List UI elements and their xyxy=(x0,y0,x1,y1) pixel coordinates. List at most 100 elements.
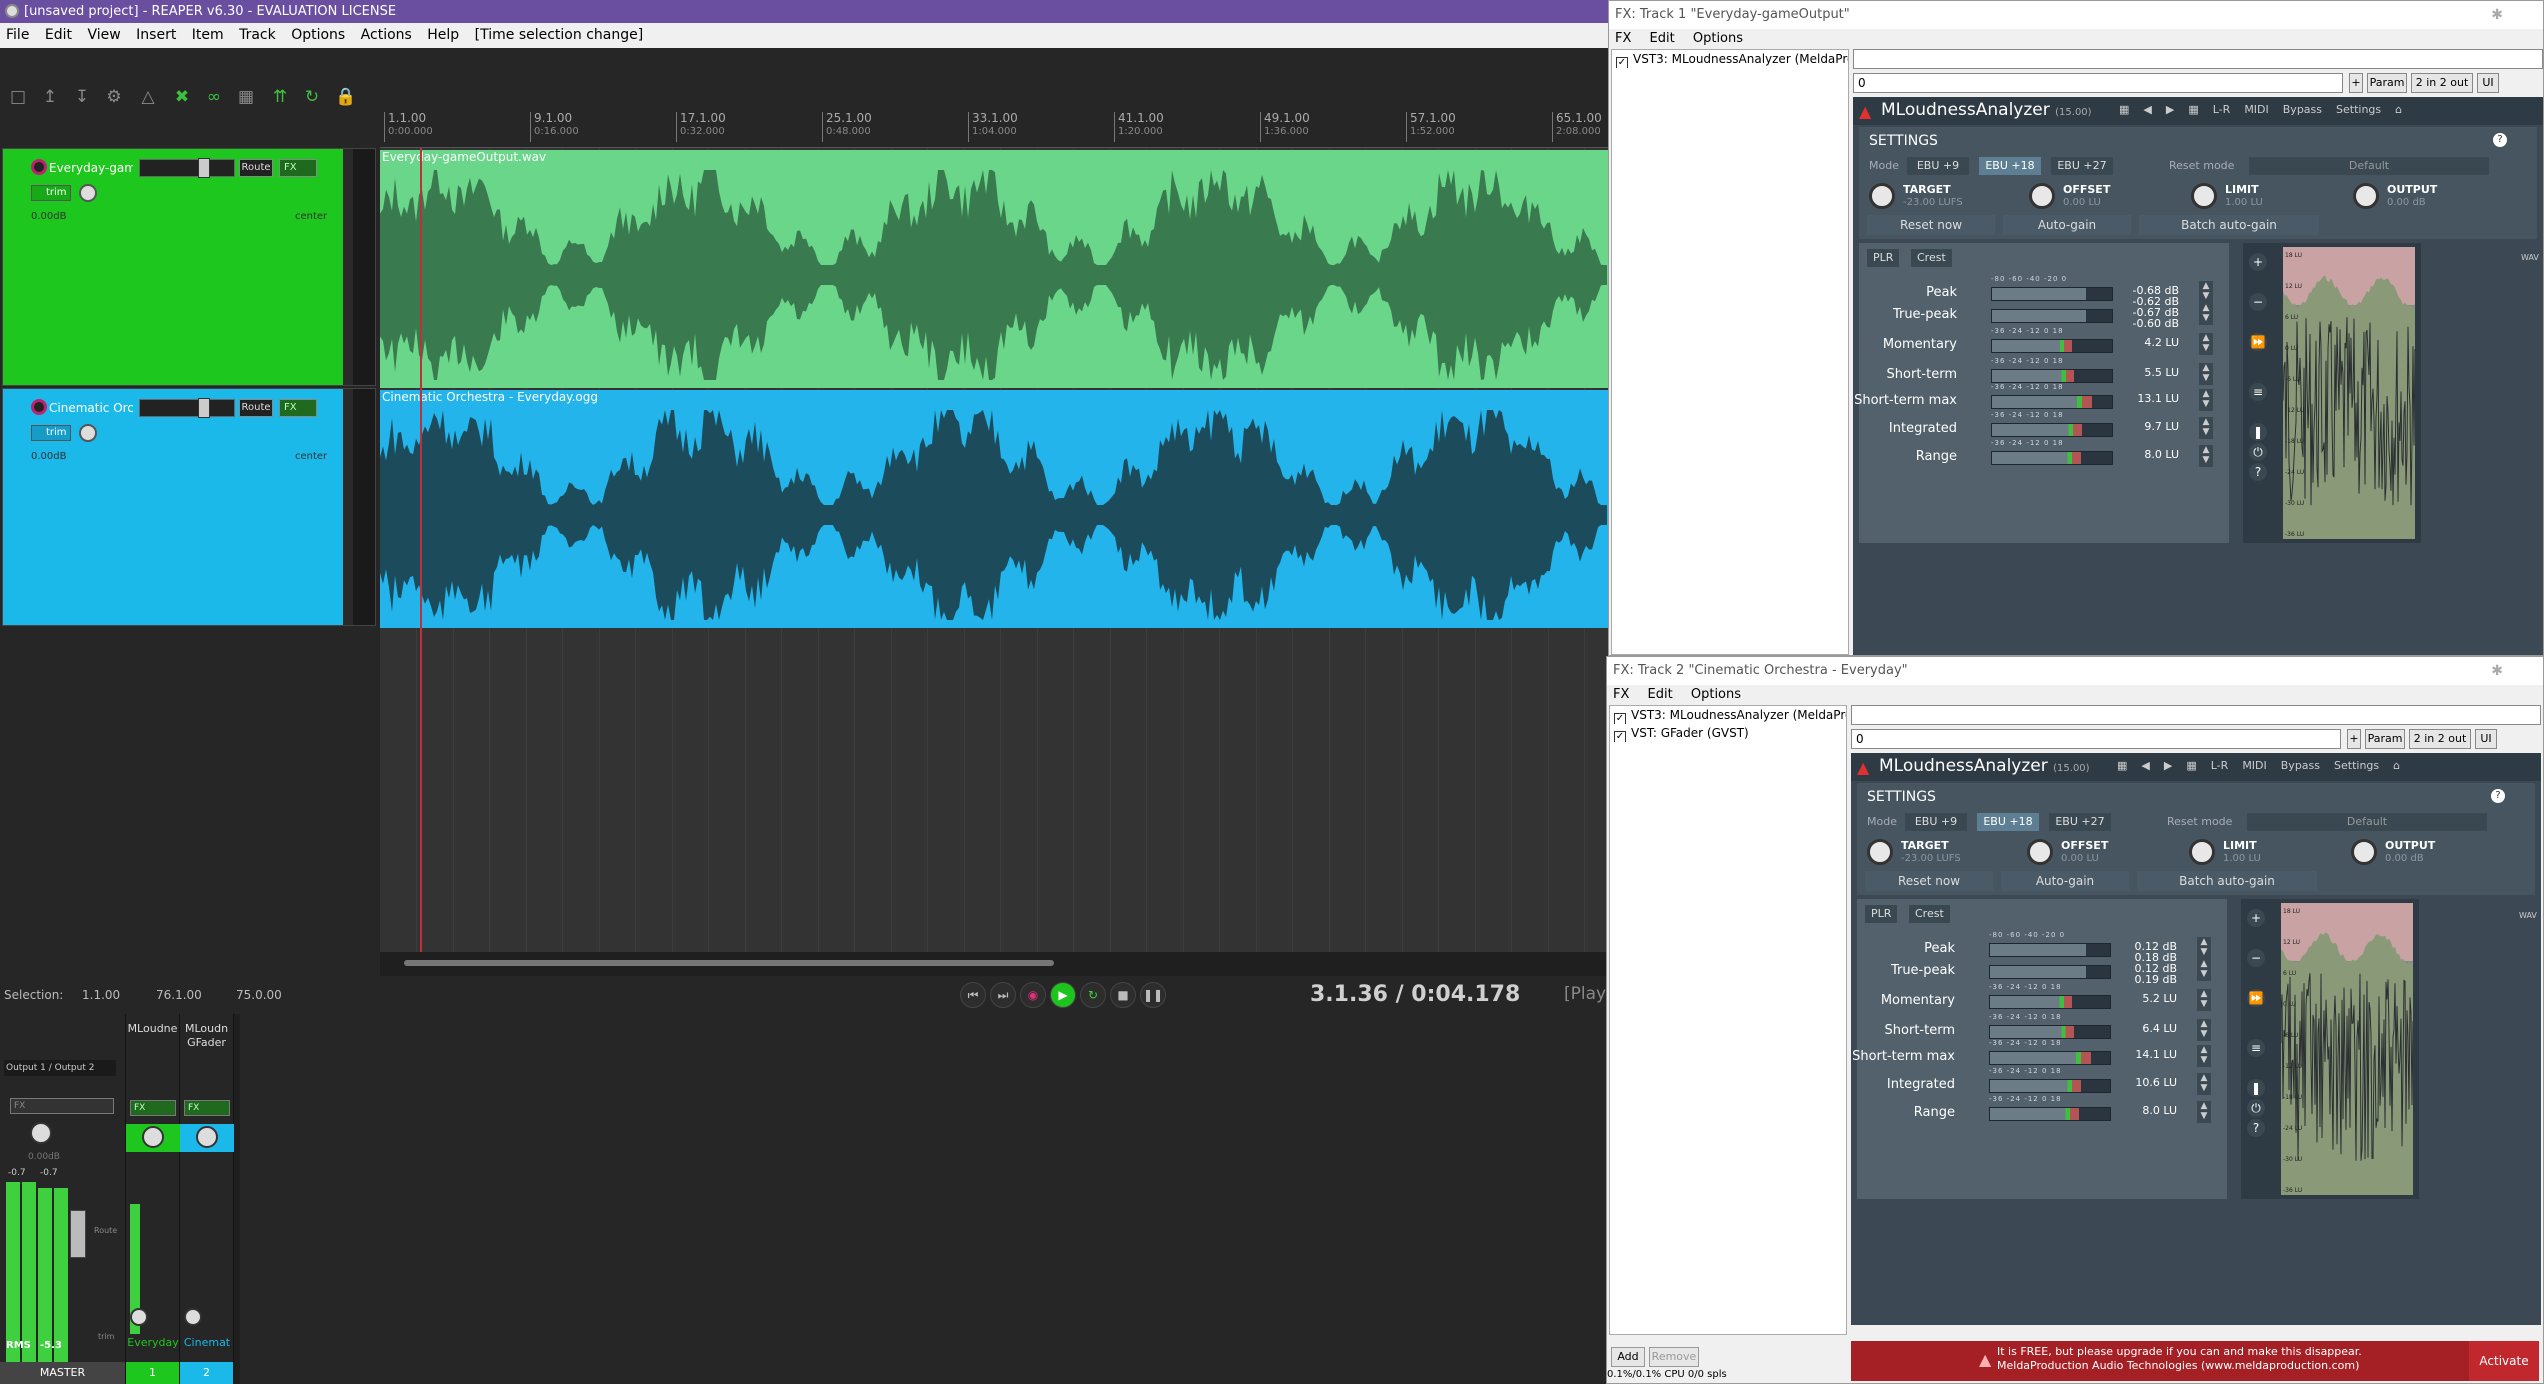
metronome-icon[interactable]: △ xyxy=(134,86,162,108)
pan-knob[interactable] xyxy=(79,184,97,202)
menu-options[interactable]: Options xyxy=(291,27,345,43)
limit-knob[interactable] xyxy=(2191,183,2217,209)
fx-button[interactable]: FX xyxy=(279,399,317,417)
io-button[interactable]: 2 in 2 out xyxy=(2411,73,2473,93)
ruler-marker[interactable]: 57.1.00 1:52.000 xyxy=(1406,112,1456,142)
randomize-icon[interactable]: ▦ xyxy=(2188,103,2198,116)
media-item-2[interactable]: Cinematic Orchestra - Everyday.ogg xyxy=(380,390,1608,628)
mode-button-2[interactable]: EBU +27 xyxy=(2051,157,2113,175)
output-knob[interactable] xyxy=(2353,183,2379,209)
tab-plr[interactable]: PLR xyxy=(1867,249,1900,267)
strip-pan-knob[interactable] xyxy=(196,1126,218,1148)
tab-crest[interactable]: Crest xyxy=(1911,249,1952,267)
remove-fx-button[interactable]: Remove xyxy=(1649,1347,1699,1367)
track-volume-slider[interactable] xyxy=(139,158,235,178)
track-name[interactable]: Cinematic Orc xyxy=(49,399,133,417)
fx-chain-list[interactable]: ✓VST3: MLoudnessAnalyzer (MeldaProdu... … xyxy=(1609,705,1847,1335)
plugin-top-button-bypass[interactable]: Bypass xyxy=(2283,103,2322,116)
ruler-marker[interactable]: 17.1.00 0:32.000 xyxy=(676,112,726,142)
mode-button-1[interactable]: EBU +18 xyxy=(1977,813,2039,831)
pin-icon[interactable]: ✱ xyxy=(2491,663,2503,679)
selection-start[interactable]: 1.1.00 xyxy=(82,988,120,1002)
open-project-icon[interactable]: ↥ xyxy=(36,86,64,108)
strip-fx-slot-2[interactable]: GFader xyxy=(180,1032,233,1050)
offset-knob[interactable] xyxy=(2029,183,2055,209)
fx-menu-options[interactable]: Options xyxy=(1693,31,1743,46)
help-icon[interactable]: ? xyxy=(2247,1119,2265,1137)
menu-view[interactable]: View xyxy=(87,27,120,43)
meter-scroll-arrows[interactable]: ▲ ▼ xyxy=(2197,1045,2211,1067)
route-button[interactable]: Route xyxy=(239,399,273,417)
automation-mode-button[interactable]: trim xyxy=(31,425,71,441)
strip-pan-knob[interactable] xyxy=(142,1126,164,1148)
action-button-2[interactable]: Batch auto-gain xyxy=(2137,871,2317,891)
ruler-marker[interactable]: 1.1.00 0:00.000 xyxy=(384,112,433,142)
preset-plus-button[interactable]: + xyxy=(2349,73,2363,93)
fx-chain-item[interactable]: ✓ VST3: MLoudnessAnalyzer (MeldaProdu... xyxy=(1612,50,1848,68)
route-button[interactable]: Route xyxy=(239,159,273,177)
param-button[interactable]: Param xyxy=(2365,729,2405,749)
plugin-top-button-bypass[interactable]: Bypass xyxy=(2281,759,2320,772)
plugin-top-button-l-r[interactable]: L-R xyxy=(2213,103,2231,116)
action-button-1[interactable]: Auto-gain xyxy=(2003,215,2131,235)
plugin-top-button-l-r[interactable]: L-R xyxy=(2211,759,2229,772)
ruler-marker[interactable]: 41.1.00 1:20.000 xyxy=(1114,112,1164,142)
time-display[interactable]: 3.1.36 / 0:04.178 xyxy=(1310,982,1520,1007)
record-arm-button[interactable] xyxy=(31,159,47,175)
preset-dropdown[interactable]: 0 xyxy=(1851,729,2341,749)
meter-scroll-arrows[interactable]: ▲ ▼ xyxy=(2197,937,2211,959)
menu-track[interactable]: Track xyxy=(239,27,276,43)
strip-fx-button[interactable]: FX xyxy=(184,1100,230,1116)
zoom-in-icon[interactable]: + xyxy=(2247,909,2265,927)
fx-menu-fx[interactable]: FX xyxy=(1615,31,1631,46)
help-icon[interactable]: ? xyxy=(2491,789,2505,803)
track-name[interactable]: Everyday-gam xyxy=(49,159,133,177)
previous-preset-icon[interactable]: ◀ xyxy=(2141,759,2149,772)
ruler-marker[interactable]: 9.1.00 0:16.000 xyxy=(530,112,579,142)
loudness-history-plot[interactable]: 18 LU 12 LU 6 LU 0 LU -6 LU -12 LU -18 LU -24 L… xyxy=(2283,247,2415,539)
zoom-out-icon[interactable]: − xyxy=(2247,949,2265,967)
menu-actions[interactable]: Actions xyxy=(361,27,412,43)
master-trim[interactable]: trim xyxy=(98,1332,114,1341)
ripple-editing-icon[interactable]: ✖ xyxy=(168,86,196,108)
zoom-in-icon[interactable]: + xyxy=(2249,253,2267,271)
action-button-0[interactable]: Reset now xyxy=(1865,871,1993,891)
timeline-ruler[interactable]: 1.1.00 0:00.000 9.1.00 0:16.000 17.1.00 0:32.… xyxy=(380,104,1608,148)
target-knob[interactable] xyxy=(1867,839,1893,865)
fx-chain-item[interactable]: ✓ VST: GFader (GVST) xyxy=(1610,724,1846,742)
strip-width-knob[interactable] xyxy=(130,1308,148,1326)
meter-scroll-arrows[interactable]: ▲ ▼ xyxy=(2199,389,2213,411)
pan-knob[interactable] xyxy=(79,424,97,442)
activate-button[interactable]: Activate xyxy=(2469,1341,2539,1381)
mode-button-0[interactable]: EBU +9 xyxy=(1907,157,1969,175)
meter-scroll-arrows[interactable]: ▲ ▼ xyxy=(2197,959,2211,981)
pause-icon[interactable]: ❚ xyxy=(2249,423,2267,441)
preset-plus-button[interactable]: + xyxy=(2347,729,2361,749)
tab-crest[interactable]: Crest xyxy=(1909,905,1950,923)
enable-checkbox[interactable]: ✓ xyxy=(1614,713,1626,724)
power-icon[interactable]: ⏻ xyxy=(2247,1099,2265,1117)
go-to-start-icon[interactable]: ⏮ xyxy=(960,982,986,1008)
ui-button[interactable]: UI xyxy=(2475,729,2497,749)
mode-button-0[interactable]: EBU +9 xyxy=(1905,813,1967,831)
menu-grid-icon[interactable]: ▦ xyxy=(2119,103,2129,116)
media-item-1[interactable]: Everyday-gameOutput.wav xyxy=(380,150,1608,388)
loudness-history-plot[interactable]: 18 LU 12 LU 6 LU 0 LU -6 LU -12 LU -18 LU -24 L… xyxy=(2281,903,2413,1195)
preset-name-field[interactable] xyxy=(1851,705,2541,725)
record-arm-button[interactable] xyxy=(31,399,47,415)
repeat-icon[interactable]: ↻ xyxy=(1080,982,1106,1008)
strip-width-knob[interactable] xyxy=(184,1308,202,1326)
meter-scroll-arrows[interactable]: ▲ ▼ xyxy=(2199,281,2213,303)
menu-grid-icon[interactable]: ▦ xyxy=(2117,759,2127,772)
master-route[interactable]: Route xyxy=(94,1226,117,1235)
param-button[interactable]: Param xyxy=(2367,73,2407,93)
next-preset-icon[interactable]: ▶ xyxy=(2164,759,2172,772)
strip-track-name[interactable]: Everyday xyxy=(126,1336,180,1349)
action-button-0[interactable]: Reset now xyxy=(1867,215,1995,235)
pause-icon[interactable]: ❚ xyxy=(2247,1079,2265,1097)
fx-chain-item[interactable]: ✓ VST3: MLoudnessAnalyzer (MeldaProdu... xyxy=(1610,706,1846,724)
fx-button[interactable]: FX xyxy=(279,159,317,177)
help-icon[interactable]: ? xyxy=(2249,463,2267,481)
arrange-view[interactable]: Everyday-gameOutput.wav Cinematic Orches… xyxy=(380,148,1608,952)
track-1-header[interactable]: Everyday-gam Route FX trim 0.00dB center xyxy=(2,148,376,386)
